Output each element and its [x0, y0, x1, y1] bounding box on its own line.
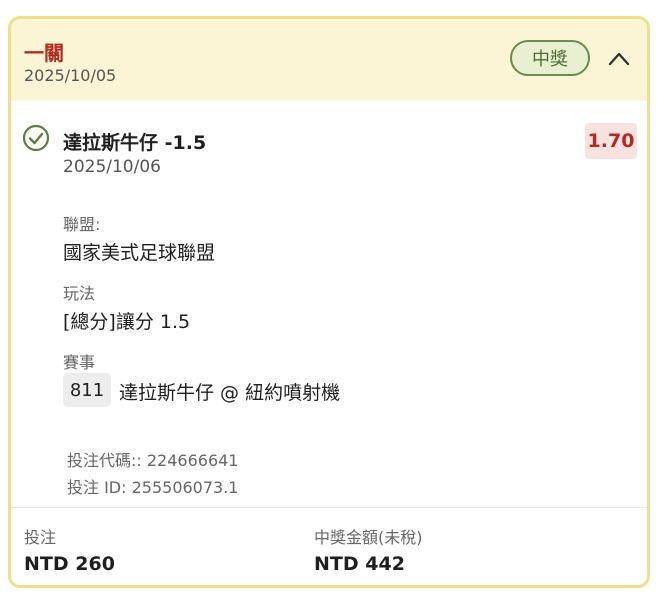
- bet-id: 投注 ID: 255506073.1: [67, 478, 239, 497]
- play-label: 玩法: [63, 284, 96, 303]
- event-label: 賽事: [63, 353, 96, 372]
- status-badge: 中獎: [510, 40, 590, 76]
- check-circle-icon: [22, 124, 50, 152]
- league-label: 聯盟:: [63, 215, 101, 234]
- stake-label: 投注: [24, 528, 57, 547]
- stake-value: NTD 260: [24, 553, 115, 575]
- selection-date: 2025/10/06: [63, 157, 161, 177]
- selection-details: 達拉斯牛仔 -1.5 2025/10/06 1.70 聯盟: 國家美式足球聯盟 …: [11, 101, 647, 507]
- bet-date: 2025/10/05: [24, 66, 117, 85]
- chevron-up-icon[interactable]: [607, 47, 631, 71]
- odds-badge: 1.70: [585, 123, 637, 159]
- play-value: [總分]讓分 1.5: [63, 311, 191, 333]
- footer-divider: [11, 507, 647, 508]
- selection-title: 達拉斯牛仔 -1.5: [63, 132, 207, 154]
- event-name: 達拉斯牛仔 @ 紐約噴射機: [119, 382, 341, 404]
- event-number-badge: 811: [63, 373, 111, 407]
- bet-card: 一關 2025/10/05 中獎 達拉斯牛仔 -1.5 2025/10/06 1…: [8, 16, 650, 588]
- bet-code: 投注代碼:: 224666641: [67, 451, 239, 470]
- league-value: 國家美式足球聯盟: [63, 242, 216, 264]
- payout-label: 中獎金額(未稅): [314, 528, 423, 547]
- payout-value: NTD 442: [314, 553, 405, 575]
- bet-type-title: 一關: [24, 41, 64, 65]
- bet-card-header[interactable]: 一關 2025/10/05 中獎: [11, 19, 647, 101]
